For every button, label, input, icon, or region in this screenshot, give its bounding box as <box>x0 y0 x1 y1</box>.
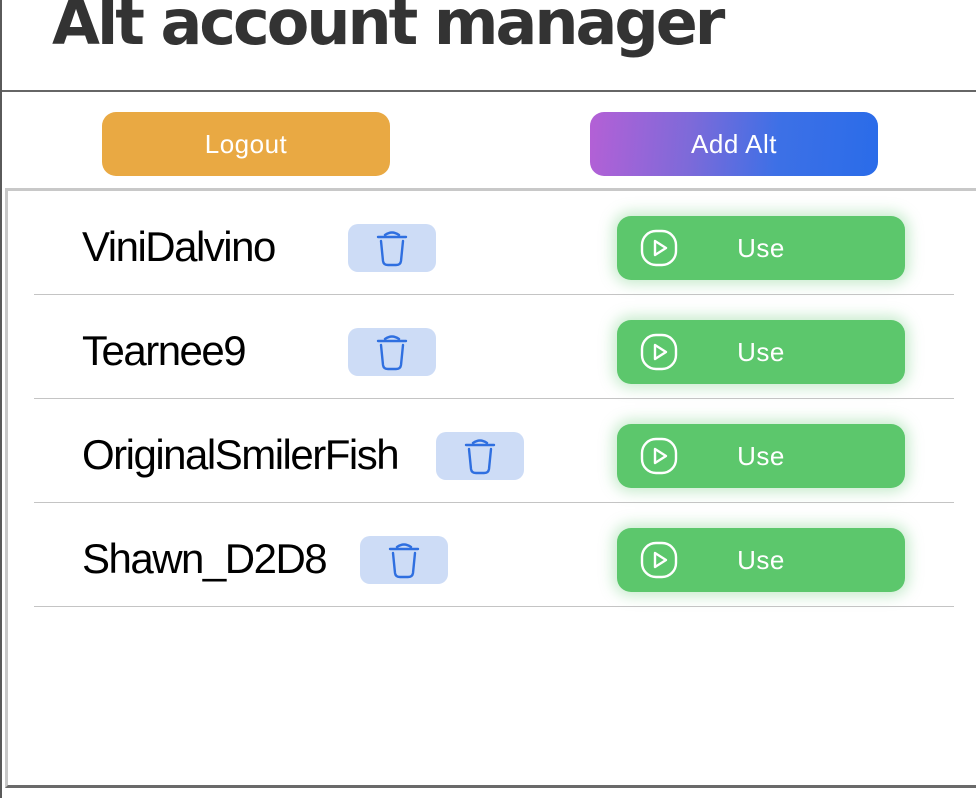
add-alt-button[interactable]: Add Alt <box>590 112 878 176</box>
account-name: OriginalSmilerFish <box>82 431 400 478</box>
account-name: Shawn_D2D8 <box>82 535 328 582</box>
header: Alt account manager <box>2 0 976 92</box>
trash-icon <box>464 439 496 475</box>
account-name: ViniDalvino <box>82 223 276 270</box>
use-account-button[interactable]: Use <box>617 216 905 280</box>
row-divider <box>34 606 954 607</box>
page-title: Alt account manager <box>52 0 725 59</box>
account-list: ViniDalvino Use Tearnee9 Use OriginalSmi… <box>5 188 976 788</box>
use-account-button[interactable]: Use <box>617 424 905 488</box>
app-window: Alt account manager Logout Add Alt ViniD… <box>0 0 976 798</box>
account-name: Tearnee9 <box>82 327 247 374</box>
trash-icon <box>376 231 408 267</box>
delete-account-button[interactable] <box>348 224 436 272</box>
use-account-button[interactable]: Use <box>617 320 905 384</box>
trash-icon <box>376 335 408 371</box>
trash-icon <box>388 543 420 579</box>
use-button-label: Use <box>737 337 785 367</box>
use-button-label: Use <box>737 233 785 263</box>
use-account-button[interactable]: Use <box>617 528 905 592</box>
delete-account-button[interactable] <box>348 328 436 376</box>
logout-button[interactable]: Logout <box>102 112 390 176</box>
use-button-label: Use <box>737 545 785 575</box>
account-row: Tearnee9 Use <box>8 295 976 399</box>
use-button-label: Use <box>737 441 785 471</box>
account-row: OriginalSmilerFish Use <box>8 399 976 503</box>
delete-account-button[interactable] <box>360 536 448 584</box>
account-row: Shawn_D2D8 Use <box>8 503 976 607</box>
account-row: ViniDalvino Use <box>8 191 976 295</box>
delete-account-button[interactable] <box>436 432 524 480</box>
